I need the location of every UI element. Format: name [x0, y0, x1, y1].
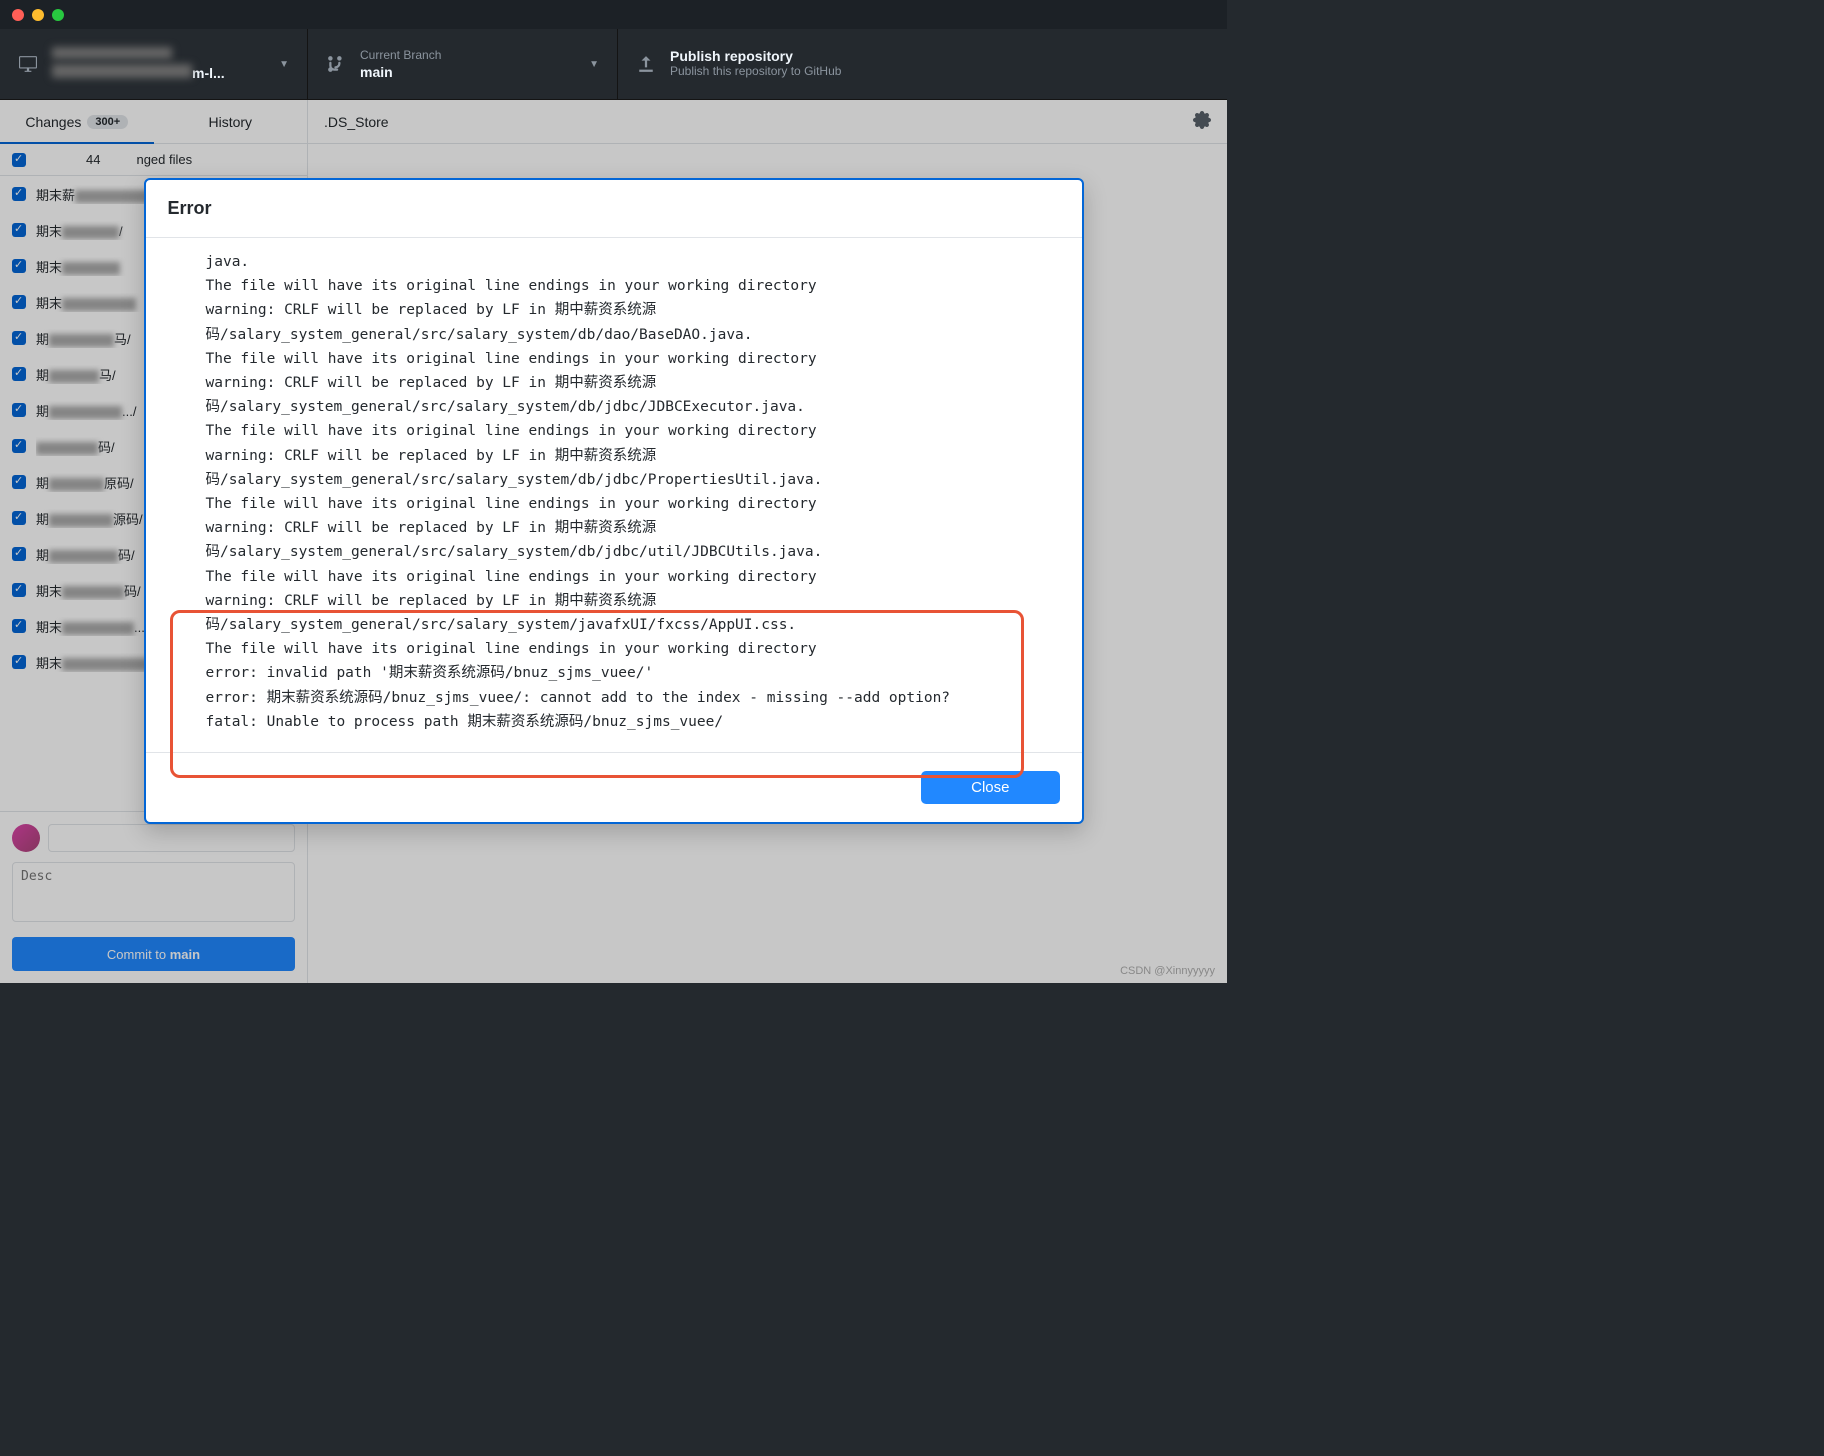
- minimize-window-button[interactable]: [32, 9, 44, 21]
- modal-title: Error: [168, 198, 1060, 219]
- branch-icon: [326, 54, 346, 74]
- branch-label: Current Branch: [360, 48, 589, 62]
- watermark: CSDN @Xinnyyyyy: [1120, 965, 1215, 977]
- modal-footer: Close: [146, 752, 1082, 822]
- toolbar: m-l... ▼ Current Branch main ▼ Publish r…: [0, 29, 1227, 100]
- repo-value-suffix: m-l...: [192, 65, 225, 81]
- close-button[interactable]: Close: [921, 771, 1059, 804]
- branch-selector[interactable]: Current Branch main ▼: [308, 29, 618, 99]
- repo-selector[interactable]: m-l... ▼: [0, 29, 308, 99]
- traffic-lights: [12, 9, 64, 21]
- titlebar: [0, 0, 1227, 29]
- monitor-icon: [18, 54, 38, 74]
- branch-value: main: [360, 64, 589, 80]
- chevron-down-icon: ▼: [279, 59, 289, 70]
- error-text: java. The file will have its original li…: [206, 250, 1054, 734]
- close-window-button[interactable]: [12, 9, 24, 21]
- upload-icon: [636, 54, 656, 74]
- chevron-down-icon: ▼: [589, 59, 599, 70]
- error-dialog: Error java. The file will have its origi…: [144, 178, 1084, 824]
- publish-label: Publish repository: [670, 48, 1209, 64]
- modal-header: Error: [146, 180, 1082, 238]
- publish-sub: Publish this repository to GitHub: [670, 64, 1209, 78]
- modal-body: java. The file will have its original li…: [146, 238, 1082, 752]
- publish-button[interactable]: Publish repository Publish this reposito…: [618, 29, 1227, 99]
- modal-overlay: Error java. The file will have its origi…: [0, 100, 1227, 983]
- maximize-window-button[interactable]: [52, 9, 64, 21]
